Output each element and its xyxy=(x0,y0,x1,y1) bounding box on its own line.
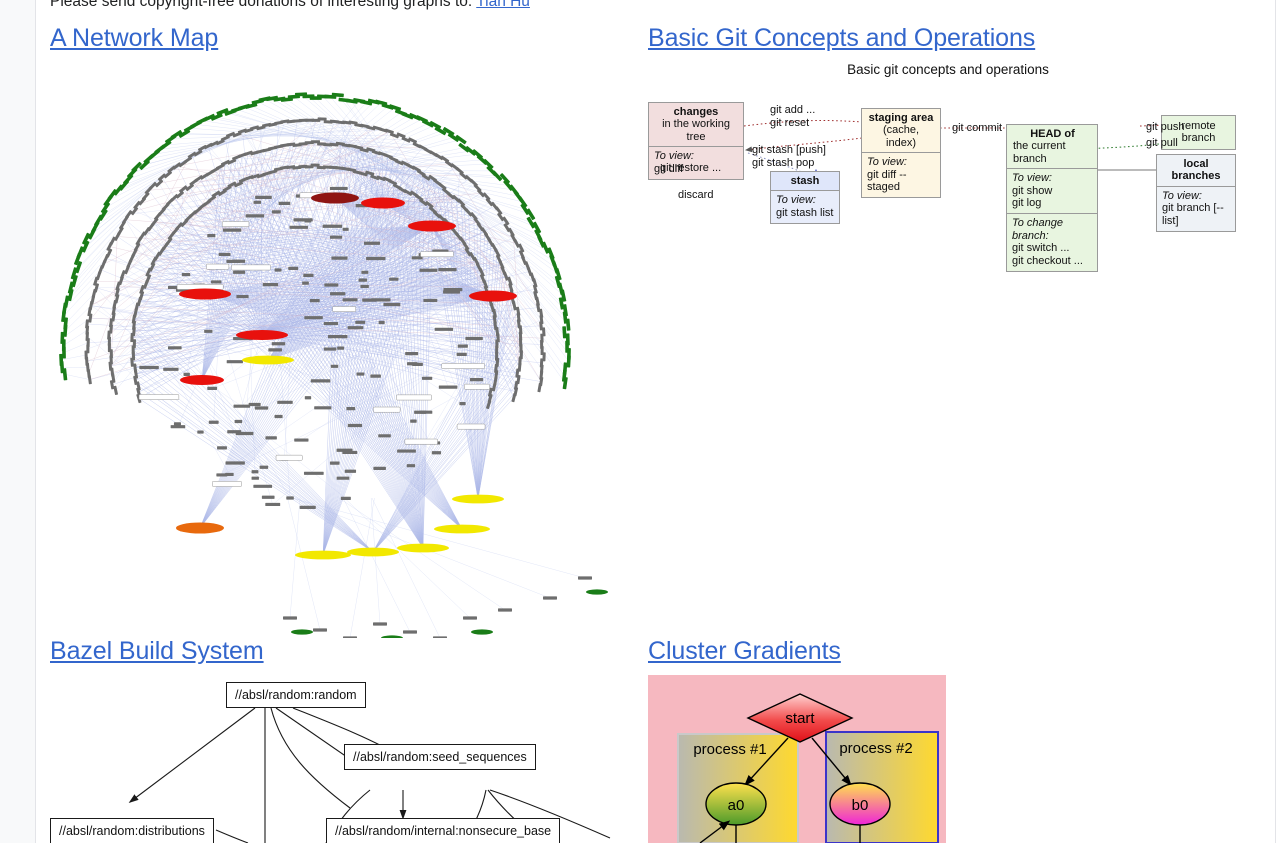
cluster-a0-label: a0 xyxy=(728,797,745,814)
right-rail xyxy=(1275,0,1283,843)
network-map-figure[interactable] xyxy=(50,58,610,638)
git-box-stash-view-cmd: git stash list xyxy=(776,206,834,219)
section-heading-cluster-gradients: Cluster Gradients xyxy=(648,636,841,666)
git-box-head-head: HEAD of the current branch xyxy=(1007,125,1097,168)
cluster-gradients-svg: start process #1 process #2 a0 b0 xyxy=(648,675,946,843)
intro-text: Please send copyright-free donations of … xyxy=(50,0,473,10)
git-label-add-reset: git add ... git reset xyxy=(770,104,816,129)
git-box-stash[interactable]: stash To view: git stash list xyxy=(770,171,840,225)
git-box-head-title: HEAD of xyxy=(1030,128,1075,140)
bazel-node-random[interactable]: //absl/random:random xyxy=(226,682,366,708)
intro-line: Please send copyright-free donations of … xyxy=(50,0,530,12)
section-link-cluster-gradients[interactable]: Cluster Gradients xyxy=(648,637,841,665)
section-link-bazel[interactable]: Bazel Build System xyxy=(50,637,264,665)
bazel-node-nonsecure-base[interactable]: //absl/random/internal:nonsecure_base xyxy=(326,818,561,843)
section-link-network-map[interactable]: A Network Map xyxy=(50,24,218,52)
git-label-restore: git restore ... xyxy=(660,162,722,174)
git-label-stash-push-pop: git stash [push] git stash pop xyxy=(752,144,826,169)
git-label-pull: git pull xyxy=(1146,137,1178,149)
cluster-process-1-label: process #1 xyxy=(693,741,766,758)
git-box-changes-title: changes xyxy=(673,106,719,118)
git-box-head[interactable]: HEAD of the current branch To view: git … xyxy=(1006,124,1098,273)
git-box-stash-title: stash xyxy=(790,175,820,187)
git-box-staging-view-label: To view: xyxy=(867,156,907,169)
git-box-head-view-cmd: git show git log xyxy=(1012,184,1053,210)
intro-donation-link[interactable]: Tian Hu xyxy=(476,0,530,10)
git-box-local-branches[interactable]: local branches To view: git branch [--li… xyxy=(1156,154,1236,233)
section-heading-bazel: Bazel Build System xyxy=(50,636,264,666)
git-box-staging-view-cmd: git diff --staged xyxy=(867,168,907,194)
page-root: Please send copyright-free donations of … xyxy=(0,0,1283,843)
git-box-local-branches-view-cmd: git branch [--list] xyxy=(1162,202,1224,227)
git-box-head-title-wrap: HEAD of xyxy=(1013,128,1092,140)
git-box-head-body: To view: git show git log xyxy=(1007,168,1097,213)
cluster-process-2-label: process #2 xyxy=(839,740,912,757)
git-label-commit: git commit xyxy=(952,122,1003,134)
left-rail xyxy=(0,0,36,843)
section-heading-network-map: A Network Map xyxy=(50,23,218,53)
git-box-local-branches-body: To view: git branch [--list] xyxy=(1157,185,1235,231)
content-column: Please send copyright-free donations of … xyxy=(36,0,1275,843)
git-label-discard: discard xyxy=(678,189,714,201)
git-box-staging-area[interactable]: staging area (cache, index) To view: git… xyxy=(861,108,941,199)
cluster-b0-label: b0 xyxy=(852,797,869,814)
network-map-svg xyxy=(59,92,608,638)
git-box-staging-head: staging area (cache, index) xyxy=(862,109,940,152)
git-box-local-branches-title: local branches xyxy=(1171,158,1221,183)
git-box-stash-head: stash xyxy=(771,172,839,191)
cluster-start-label: start xyxy=(785,710,815,727)
git-box-staging-body: To view: git diff --staged xyxy=(862,152,940,197)
section-link-basic-git[interactable]: Basic Git Concepts and Operations xyxy=(648,24,1035,52)
git-box-head-body2: To change branch: git switch ... git che… xyxy=(1007,213,1097,271)
git-box-staging-subtitle: (cache, index) xyxy=(882,124,920,149)
git-box-head-change-label: To change branch: xyxy=(1012,217,1063,242)
git-box-stash-view-label: To view: xyxy=(776,194,816,207)
bazel-node-distributions[interactable]: //absl/random:distributions xyxy=(50,818,214,843)
git-box-head-change-cmd: git switch ... git checkout ... xyxy=(1012,242,1083,267)
cluster-gradients-figure[interactable]: start process #1 process #2 a0 b0 xyxy=(648,670,948,843)
git-diagram-figure[interactable]: Basic git concepts and operations change… xyxy=(648,58,1248,273)
git-box-staging-title: staging area xyxy=(868,112,934,124)
git-label-push: git push xyxy=(1146,121,1185,133)
git-box-stash-body: To view: git stash list xyxy=(771,190,839,223)
git-box-changes-subtitle: in the working tree xyxy=(662,118,730,143)
bazel-node-seed-sequences[interactable]: //absl/random:seed_sequences xyxy=(344,744,536,770)
git-box-changes-head: changes in the working tree xyxy=(649,103,743,146)
git-box-changes-view-label: To view: xyxy=(654,150,694,163)
bazel-diagram-figure[interactable]: //absl/random:random //absl/random:seed_… xyxy=(50,670,650,843)
git-box-local-branches-view-label: To view: xyxy=(1162,189,1202,202)
git-box-head-subtitle: the current branch xyxy=(1013,140,1066,165)
git-diagram-caption: Basic git concepts and operations xyxy=(847,62,1049,77)
section-heading-basic-git: Basic Git Concepts and Operations xyxy=(648,23,1035,53)
git-box-head-view-label: To view: xyxy=(1012,172,1052,185)
